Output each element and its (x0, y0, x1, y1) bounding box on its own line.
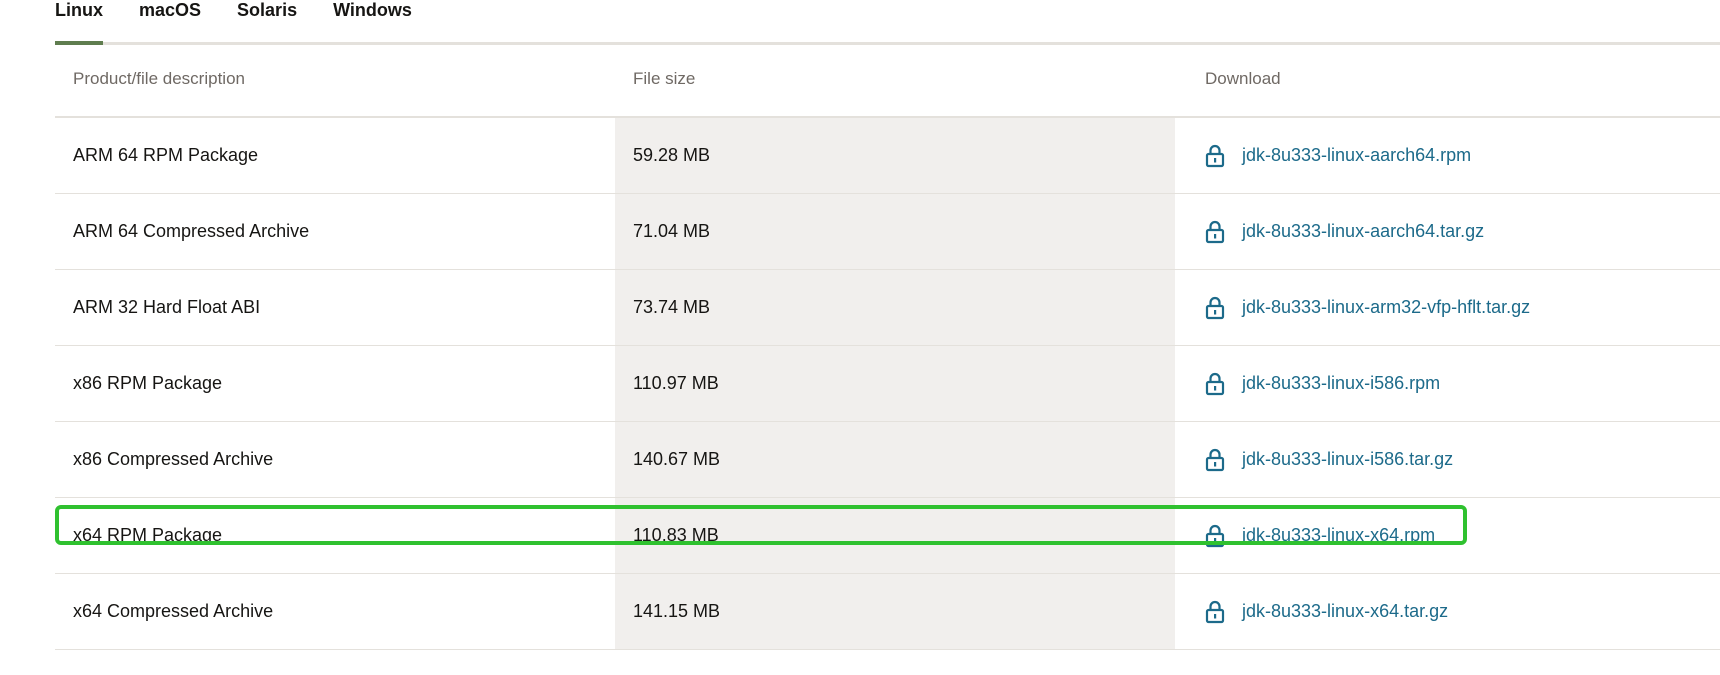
download-file-name[interactable]: jdk-8u333-linux-aarch64.tar.gz (1242, 221, 1484, 242)
table-row: x64 Compressed Archive 141.15 MB jdk-8u333… (55, 574, 1720, 650)
lock-icon (1205, 372, 1225, 396)
row-download: jdk-8u333-linux-x64.rpm (1175, 498, 1720, 573)
row-download: jdk-8u333-linux-aarch64.tar.gz (1175, 194, 1720, 269)
table-row: x64 RPM Package 110.83 MB jdk-8u333-linux-… (55, 498, 1720, 574)
lock-icon (1205, 220, 1225, 244)
row-download: jdk-8u333-linux-arm32-vfp-hflt.tar.gz (1175, 270, 1720, 345)
row-download: jdk-8u333-linux-i586.rpm (1175, 346, 1720, 421)
header-file-size: File size (633, 69, 696, 88)
row-file-size: 110.97 MB (615, 346, 1175, 421)
table-row: ARM 64 Compressed Archive 71.04 MB jdk-8u3… (55, 194, 1720, 270)
row-description: x86 Compressed Archive (73, 449, 274, 469)
download-link[interactable]: jdk-8u333-linux-i586.tar.gz (1205, 448, 1453, 472)
row-file-size: 71.04 MB (615, 194, 1175, 269)
lock-icon (1205, 296, 1225, 320)
download-link[interactable]: jdk-8u333-linux-x64.tar.gz (1205, 600, 1448, 624)
os-tabs: Linux macOS Solaris Windows (55, 0, 1720, 45)
tab-solaris[interactable]: Solaris (237, 0, 297, 42)
row-file-size: 73.74 MB (615, 270, 1175, 345)
download-file-name[interactable]: jdk-8u333-linux-aarch64.rpm (1242, 145, 1471, 166)
download-file-name[interactable]: jdk-8u333-linux-arm32-vfp-hflt.tar.gz (1242, 297, 1530, 318)
download-file-name[interactable]: jdk-8u333-linux-x64.rpm (1242, 525, 1435, 546)
row-file-size: 140.67 MB (615, 422, 1175, 497)
lock-icon (1205, 448, 1225, 472)
row-description: ARM 64 RPM Package (73, 145, 259, 165)
download-file-name[interactable]: jdk-8u333-linux-x64.tar.gz (1242, 601, 1448, 622)
download-link[interactable]: jdk-8u333-linux-aarch64.rpm (1205, 144, 1471, 168)
downloads-table: Product/file description File size Downl… (55, 42, 1720, 650)
row-description: x86 RPM Package (73, 373, 223, 393)
lock-icon (1205, 600, 1225, 624)
row-description: x64 Compressed Archive (73, 601, 274, 621)
row-description: ARM 64 Compressed Archive (73, 221, 310, 241)
header-description: Product/file description (73, 69, 245, 88)
tab-macos[interactable]: macOS (139, 0, 201, 42)
row-description: x64 RPM Package (73, 525, 223, 545)
download-file-name[interactable]: jdk-8u333-linux-i586.tar.gz (1242, 449, 1453, 470)
header-download: Download (1205, 69, 1281, 88)
table-row: x86 RPM Package 110.97 MB jdk-8u333-linux-… (55, 346, 1720, 422)
lock-icon (1205, 524, 1225, 548)
download-link[interactable]: jdk-8u333-linux-arm32-vfp-hflt.tar.gz (1205, 296, 1530, 320)
tab-windows[interactable]: Windows (333, 0, 412, 42)
download-link[interactable]: jdk-8u333-linux-x64.rpm (1205, 524, 1435, 548)
row-download: jdk-8u333-linux-x64.tar.gz (1175, 574, 1720, 649)
table-row: ARM 64 RPM Package 59.28 MB jdk-8u333-linu… (55, 118, 1720, 194)
table-header: Product/file description File size Downl… (55, 42, 1720, 118)
table-row: x86 Compressed Archive 140.67 MB jdk-8u333… (55, 422, 1720, 498)
row-file-size: 110.83 MB (615, 498, 1175, 573)
download-file-name[interactable]: jdk-8u333-linux-i586.rpm (1242, 373, 1440, 394)
lock-icon (1205, 144, 1225, 168)
download-link[interactable]: jdk-8u333-linux-i586.rpm (1205, 372, 1440, 396)
row-file-size: 59.28 MB (615, 118, 1175, 193)
row-file-size: 141.15 MB (615, 574, 1175, 649)
row-download: jdk-8u333-linux-aarch64.rpm (1175, 118, 1720, 193)
page: Linux macOS Solaris Windows Product/file… (0, 0, 1720, 675)
row-description: ARM 32 Hard Float ABI (73, 297, 261, 317)
tab-linux[interactable]: Linux (55, 0, 103, 45)
download-link[interactable]: jdk-8u333-linux-aarch64.tar.gz (1205, 220, 1484, 244)
row-download: jdk-8u333-linux-i586.tar.gz (1175, 422, 1720, 497)
table-row: ARM 32 Hard Float ABI 73.74 MB jdk-8u333-l… (55, 270, 1720, 346)
